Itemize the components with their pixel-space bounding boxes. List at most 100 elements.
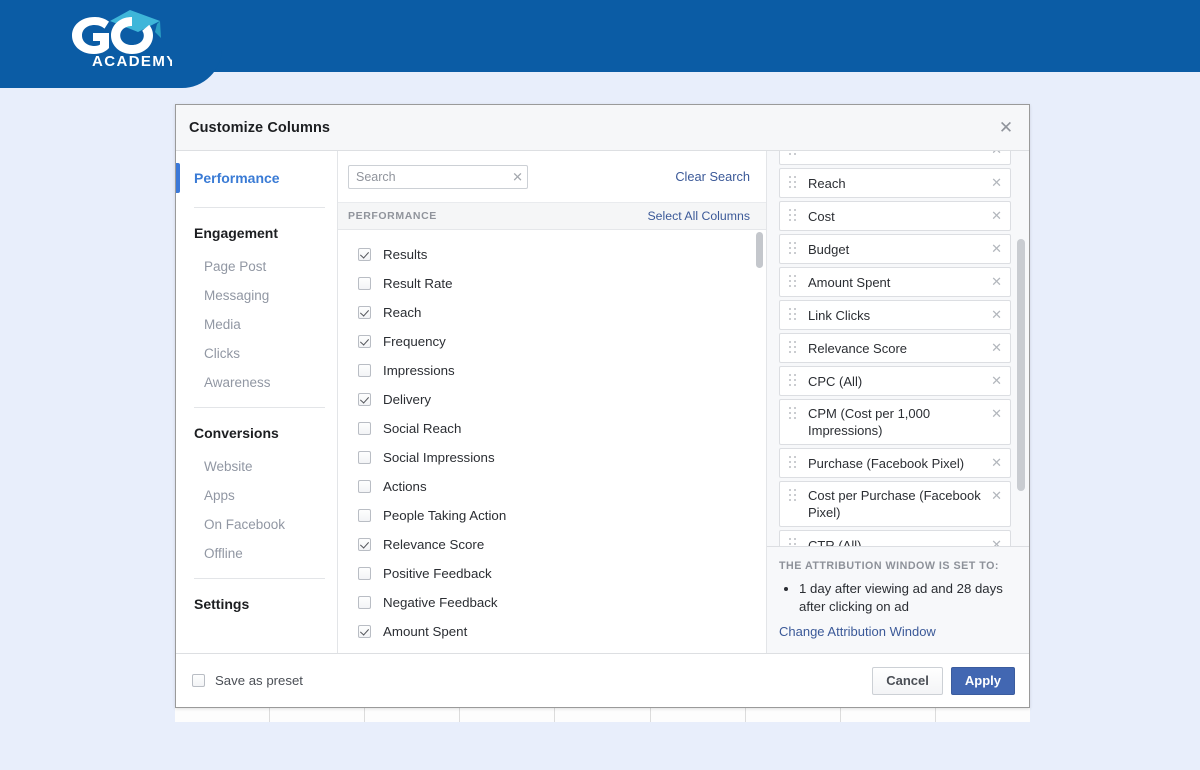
drag-handle-icon[interactable]	[789, 407, 797, 421]
selected-column-row[interactable]: Cost ✕	[779, 201, 1011, 231]
selected-scrollbar-track[interactable]	[1017, 151, 1025, 546]
select-all-columns-link[interactable]: Select All Columns	[647, 209, 750, 223]
checkbox-unchecked-icon[interactable]	[358, 480, 371, 493]
clear-search-link[interactable]: Clear Search	[675, 169, 750, 184]
checkbox-unchecked-icon[interactable]	[358, 277, 371, 290]
remove-column-icon[interactable]: ✕	[991, 538, 1002, 546]
cancel-button[interactable]: Cancel	[872, 666, 943, 695]
checkbox-unchecked-icon[interactable]	[358, 596, 371, 609]
checkbox-unchecked-icon[interactable]	[358, 567, 371, 580]
apply-button[interactable]: Apply	[950, 666, 1015, 695]
selected-column-row[interactable]: Purchase (Facebook Pixel) ✕	[779, 448, 1011, 478]
selected-column-row[interactable]: Relevance Score ✕	[779, 333, 1011, 363]
sidebar-item-offline[interactable]: Offline	[176, 539, 337, 568]
checkbox-checked-icon[interactable]	[358, 393, 371, 406]
remove-column-icon[interactable]: ✕	[991, 489, 1002, 502]
column-option-row[interactable]: Social Impressions	[338, 443, 766, 472]
selected-scrollbar-thumb[interactable]	[1017, 239, 1025, 491]
checkbox-checked-icon[interactable]	[358, 335, 371, 348]
sidebar-item-website[interactable]: Website	[176, 452, 337, 481]
checkbox-checked-icon[interactable]	[358, 538, 371, 551]
column-option-row[interactable]: Actions	[338, 472, 766, 501]
remove-column-icon[interactable]: ✕	[991, 275, 1002, 288]
close-icon[interactable]: ✕	[996, 118, 1016, 138]
selected-column-row[interactable]: Reach ✕	[779, 168, 1011, 198]
sidebar-item-clicks[interactable]: Clicks	[176, 339, 337, 368]
remove-column-icon[interactable]: ✕	[991, 151, 1002, 156]
column-option-row[interactable]: Impressions	[338, 356, 766, 385]
drag-handle-icon[interactable]	[789, 176, 797, 190]
column-option-row[interactable]: Negative Feedback	[338, 588, 766, 617]
checkbox-checked-icon[interactable]	[358, 248, 371, 261]
save-as-preset-row[interactable]: Save as preset	[192, 673, 303, 688]
column-option-row[interactable]: Amount Spent Today	[338, 646, 766, 654]
selected-column-row[interactable]: Budget ✕	[779, 234, 1011, 264]
selected-column-row[interactable]: Link Clicks ✕	[779, 300, 1011, 330]
selected-column-row[interactable]: CPC (All) ✕	[779, 366, 1011, 396]
checkbox-checked-icon[interactable]	[358, 625, 371, 638]
dialog-header: Customize Columns ✕	[176, 105, 1029, 151]
sidebar-item-awareness[interactable]: Awareness	[176, 368, 337, 397]
column-option-row[interactable]: Frequency	[338, 327, 766, 356]
column-option-label: Results	[383, 246, 428, 262]
column-option-row[interactable]: Result Rate	[338, 269, 766, 298]
svg-text:ACADEMY: ACADEMY	[92, 53, 172, 70]
remove-column-icon[interactable]: ✕	[991, 176, 1002, 189]
change-attribution-window-link[interactable]: Change Attribution Window	[779, 624, 1015, 639]
selected-column-row[interactable]: CPM (Cost per 1,000 Impressions) ✕	[779, 399, 1011, 445]
column-option-row[interactable]: Results	[338, 240, 766, 269]
drag-handle-icon[interactable]	[789, 538, 797, 546]
remove-column-icon[interactable]: ✕	[991, 456, 1002, 469]
checkbox-unchecked-icon[interactable]	[358, 509, 371, 522]
sidebar-item-on-facebook[interactable]: On Facebook	[176, 510, 337, 539]
remove-column-icon[interactable]: ✕	[991, 308, 1002, 321]
column-option-row[interactable]: Relevance Score	[338, 530, 766, 559]
remove-column-icon[interactable]: ✕	[991, 209, 1002, 222]
remove-column-icon[interactable]: ✕	[991, 242, 1002, 255]
drag-handle-icon[interactable]	[789, 374, 797, 388]
selected-column-label: CTR (All)	[808, 537, 862, 547]
drag-handle-icon[interactable]	[789, 275, 797, 289]
selected-column-row[interactable]: Amount Spent ✕	[779, 267, 1011, 297]
checkbox-unchecked-icon[interactable]	[358, 422, 371, 435]
column-option-row[interactable]: Reach	[338, 298, 766, 327]
sidebar-item-messaging[interactable]: Messaging	[176, 281, 337, 310]
checkbox-unchecked-icon[interactable]	[358, 364, 371, 377]
column-option-row[interactable]: Social Reach	[338, 414, 766, 443]
drag-handle-icon[interactable]	[789, 456, 797, 470]
column-option-row[interactable]: Amount Spent	[338, 617, 766, 646]
sidebar-item-conversions[interactable]: Conversions	[176, 414, 337, 452]
checkbox-unchecked-icon[interactable]	[358, 451, 371, 464]
save-as-preset-checkbox[interactable]	[192, 674, 205, 687]
checkbox-checked-icon[interactable]	[358, 306, 371, 319]
drag-handle-icon[interactable]	[789, 489, 797, 503]
sidebar-item-engagement[interactable]: Engagement	[176, 214, 337, 252]
drag-handle-icon[interactable]	[789, 308, 797, 322]
selected-column-row[interactable]: Cost per Purchase (Facebook Pixel) ✕	[779, 481, 1011, 527]
selected-column-row[interactable]: ✕	[779, 151, 1011, 165]
selected-column-label: Purchase (Facebook Pixel)	[808, 455, 965, 471]
selected-column-row[interactable]: CTR (All) ✕	[779, 530, 1011, 546]
remove-column-icon[interactable]: ✕	[991, 407, 1002, 420]
sidebar-item-performance[interactable]: Performance	[176, 159, 337, 197]
search-clear-icon[interactable]: ✕	[512, 170, 523, 183]
drag-handle-icon[interactable]	[789, 341, 797, 355]
drag-handle-icon[interactable]	[789, 209, 797, 223]
sidebar-item-page-post[interactable]: Page Post	[176, 252, 337, 281]
sidebar-item-media[interactable]: Media	[176, 310, 337, 339]
column-option-row[interactable]: Delivery	[338, 385, 766, 414]
sidebar-item-apps[interactable]: Apps	[176, 481, 337, 510]
go-academy-logo: ACADEMY	[62, 8, 176, 70]
columns-scrollbar-thumb[interactable]	[756, 232, 763, 268]
drag-handle-icon[interactable]	[789, 242, 797, 256]
selected-column-label: Cost per Purchase (Facebook Pixel)	[808, 488, 981, 520]
column-option-row[interactable]: People Taking Action	[338, 501, 766, 530]
remove-column-icon[interactable]: ✕	[991, 341, 1002, 354]
drag-handle-icon[interactable]	[789, 151, 797, 157]
columns-scrollbar-track[interactable]	[756, 230, 763, 653]
sidebar-item-settings[interactable]: Settings	[176, 585, 337, 623]
remove-column-icon[interactable]: ✕	[991, 374, 1002, 387]
search-input[interactable]	[348, 164, 528, 189]
sidebar-group-conversions: Conversions Website Apps On Facebook Off…	[176, 414, 337, 568]
column-option-row[interactable]: Positive Feedback	[338, 559, 766, 588]
